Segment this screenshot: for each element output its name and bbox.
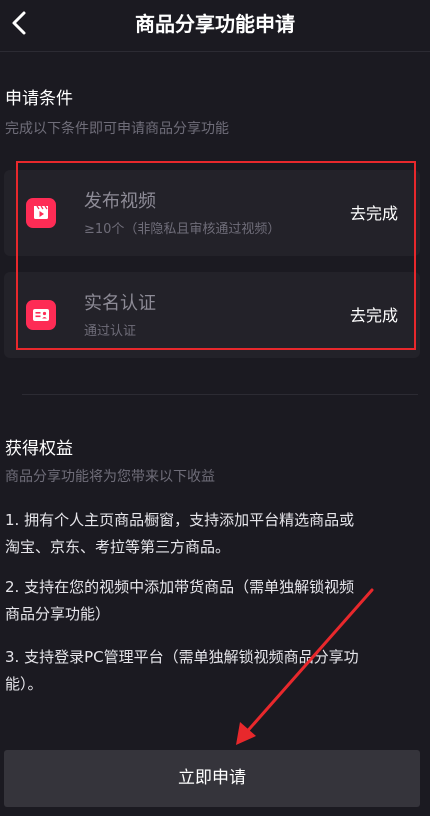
benefit-item: 3. 支持登录PC管理平台（需单独解锁视频商品分享功 能）。 [5, 644, 425, 698]
header-divider [0, 51, 430, 52]
benefit-item: 1. 拥有个人主页商品橱窗，支持添加平台精选商品或 淘宝、京东、考拉等第三方商品… [5, 507, 425, 561]
benefits-subtitle: 商品分享功能将为您带来以下收益 [5, 469, 215, 485]
benefit-line: 2. 支持在您的视频中添加带货商品（需单独解锁视频 [5, 578, 355, 596]
benefit-line: 淘宝、京东、考拉等第三方商品。 [5, 538, 231, 556]
page-title: 商品分享功能申请 [135, 12, 295, 36]
benefit-line: 3. 支持登录PC管理平台（需单独解锁视频商品分享功 [5, 648, 359, 666]
benefit-item: 2. 支持在您的视频中添加带货商品（需单独解锁视频 商品分享功能） [5, 574, 425, 628]
annotation-highlight-box [16, 161, 416, 350]
benefit-line: 商品分享功能） [5, 605, 111, 623]
benefit-line: 1. 拥有个人主页商品橱窗，支持添加平台精选商品或 [5, 511, 355, 529]
benefits-title: 获得权益 [5, 439, 73, 459]
section-divider [22, 394, 418, 395]
apply-now-button[interactable]: 立即申请 [4, 750, 420, 807]
conditions-title: 申请条件 [5, 89, 73, 109]
top-bar: 商品分享功能申请 [0, 0, 430, 48]
conditions-subtitle: 完成以下条件即可申请商品分享功能 [5, 121, 229, 137]
benefit-line: 能）。 [5, 675, 43, 693]
